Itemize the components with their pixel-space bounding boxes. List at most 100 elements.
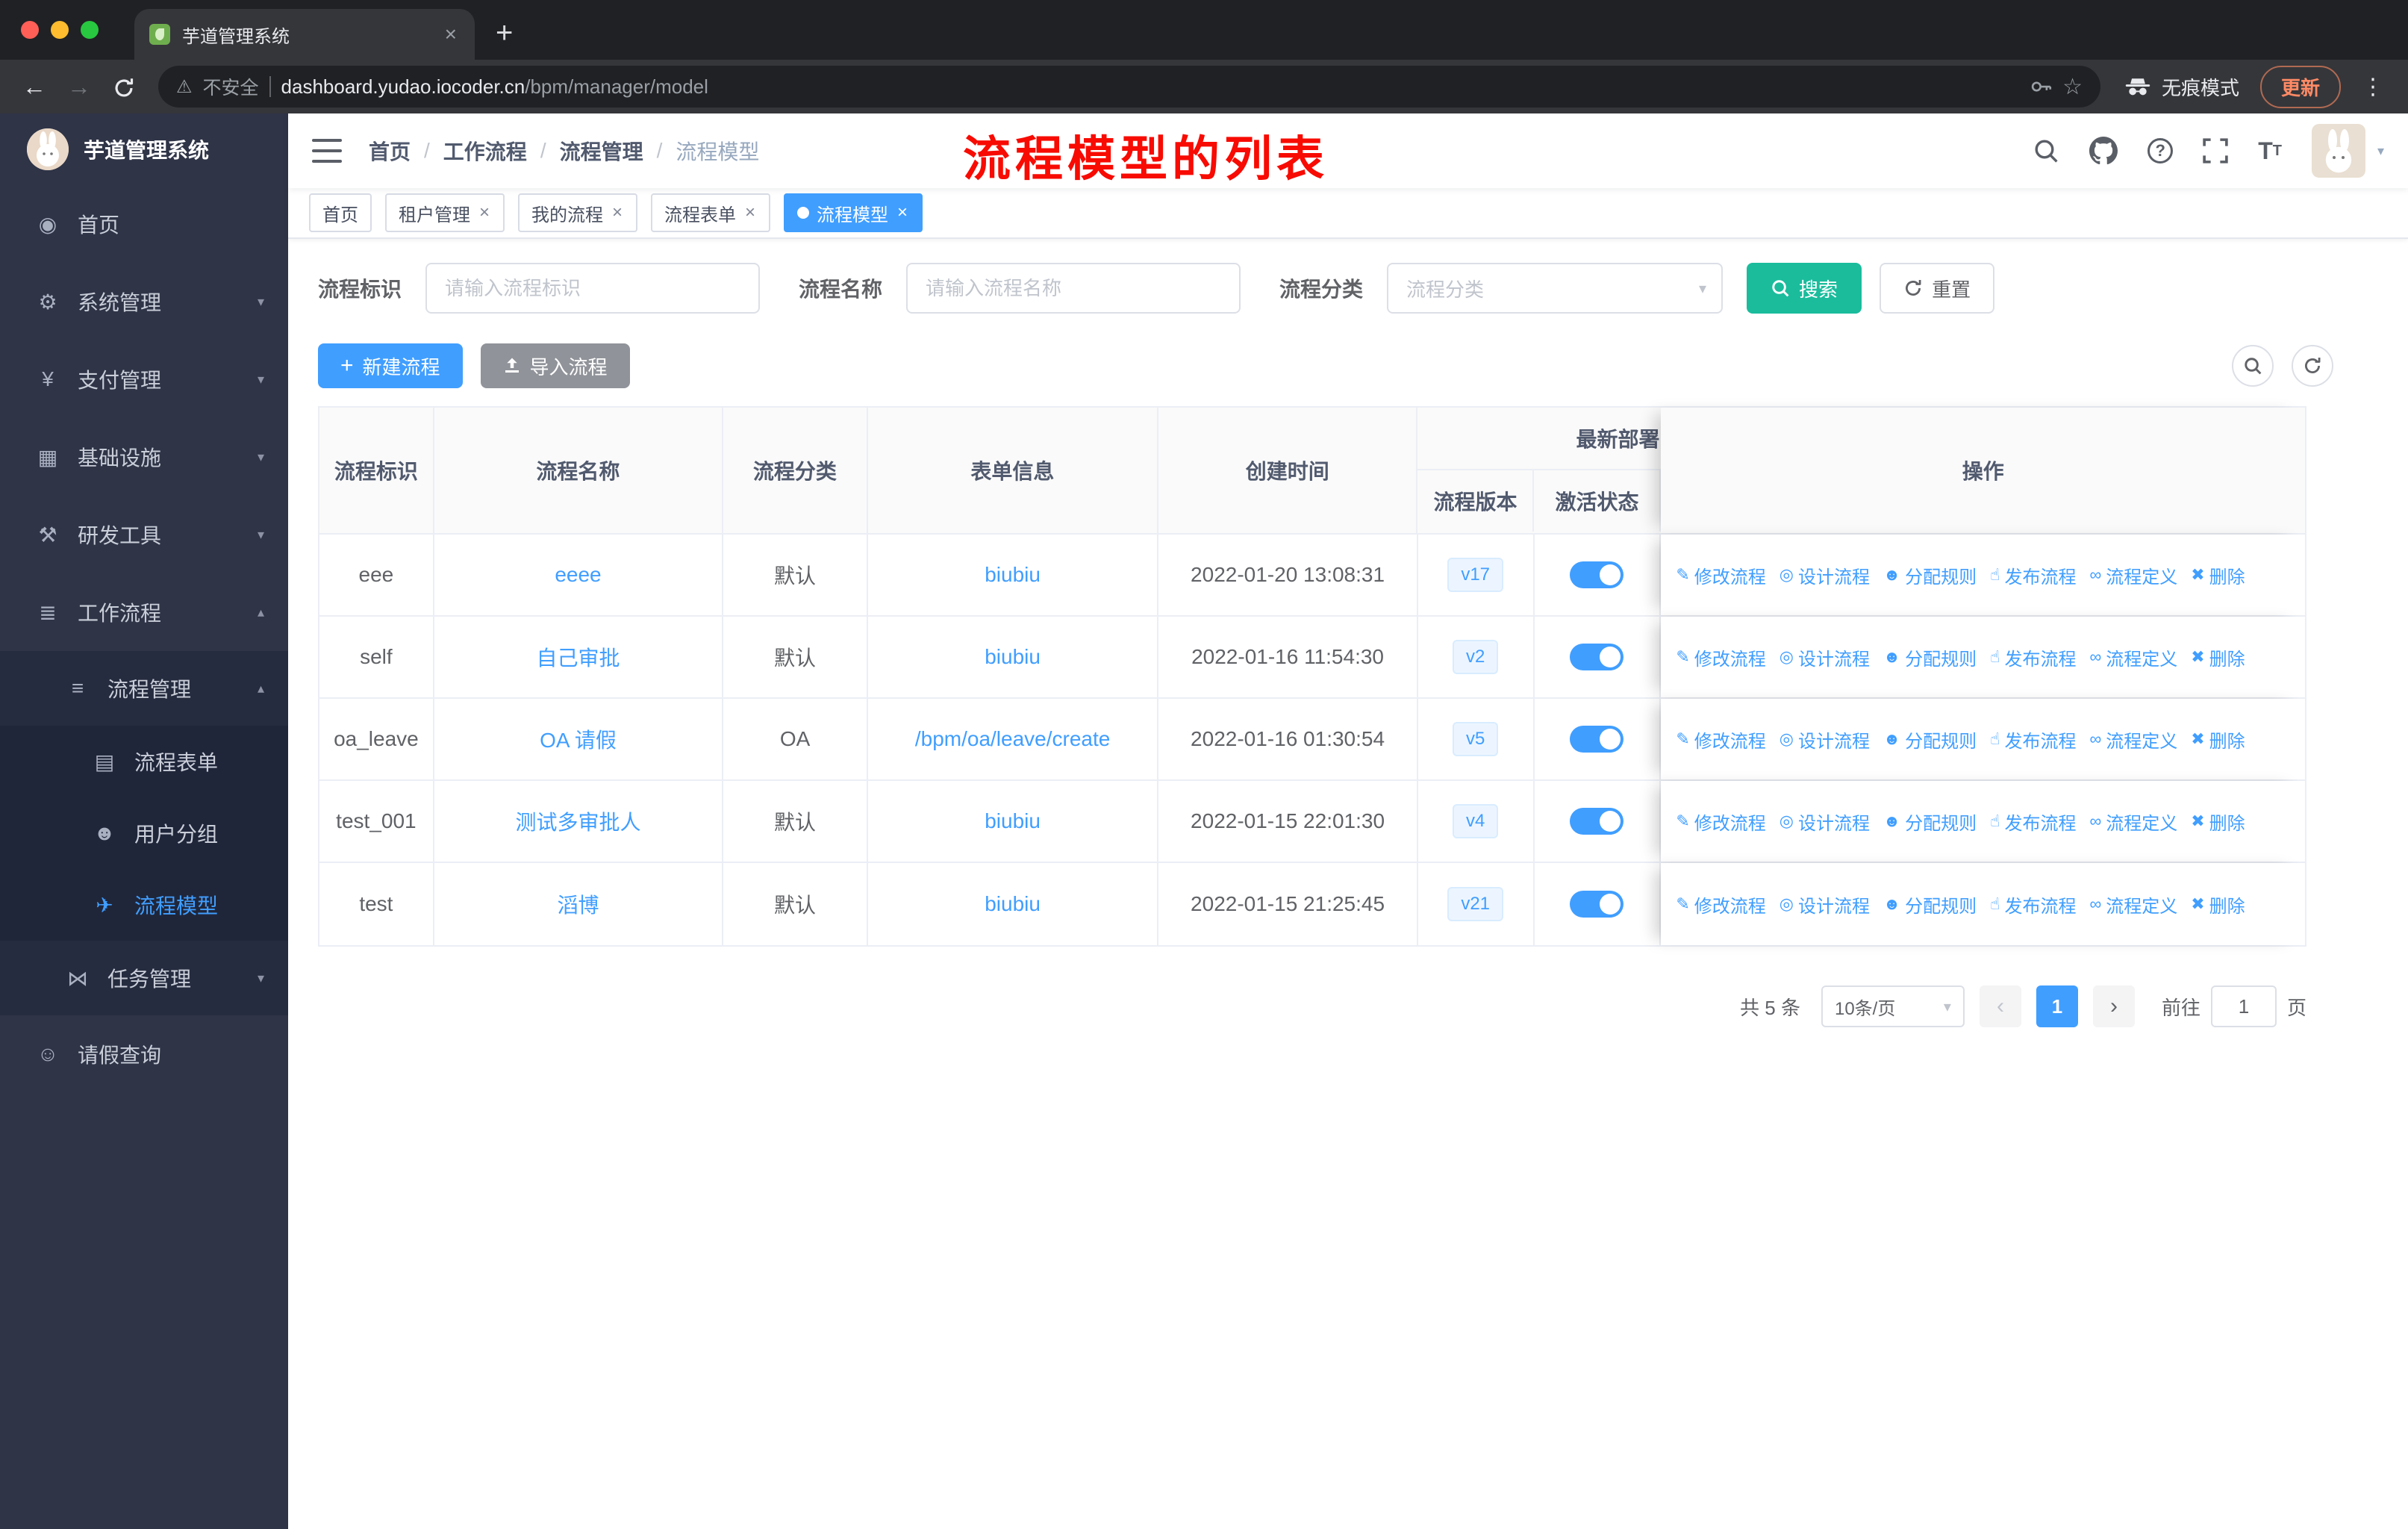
design-process-link[interactable]: ◎ 设计流程 bbox=[1780, 562, 1870, 588]
user-avatar[interactable] bbox=[2311, 124, 2365, 178]
form-info-link[interactable]: /bpm/oa/leave/create bbox=[915, 727, 1111, 751]
publish-process-link[interactable]: ☝ 发布流程 bbox=[1990, 891, 2076, 918]
collapse-sidebar-icon[interactable] bbox=[312, 139, 342, 163]
tag-process-model[interactable]: 流程模型 × bbox=[784, 193, 923, 232]
process-definition-link[interactable]: ∞ 流程定义 bbox=[2090, 562, 2178, 588]
publish-process-link[interactable]: ☝ 发布流程 bbox=[1990, 562, 2076, 588]
tag-my-process[interactable]: 我的流程 × bbox=[518, 193, 638, 232]
bookmark-star-icon[interactable]: ☆ bbox=[2062, 74, 2083, 100]
active-toggle[interactable] bbox=[1570, 561, 1624, 588]
sidebar-item-devtools[interactable]: ⚒ 研发工具 ▾ bbox=[0, 496, 288, 573]
refresh-table-button[interactable] bbox=[2292, 345, 2333, 387]
edit-process-link[interactable]: ✎ 修改流程 bbox=[1676, 644, 1765, 670]
reload-button[interactable] bbox=[105, 73, 143, 101]
process-definition-link[interactable]: ∞ 流程定义 bbox=[2090, 726, 2178, 753]
current-page-button[interactable]: 1 bbox=[2036, 985, 2078, 1027]
browser-menu-icon[interactable]: ⋮ bbox=[2362, 74, 2384, 100]
close-icon[interactable]: × bbox=[743, 204, 757, 222]
help-icon[interactable]: ? bbox=[2147, 138, 2174, 164]
close-icon[interactable]: × bbox=[611, 204, 624, 222]
reset-button[interactable]: 重置 bbox=[1880, 263, 1995, 314]
close-icon[interactable]: × bbox=[896, 204, 909, 222]
active-toggle[interactable] bbox=[1570, 726, 1624, 753]
browser-tab[interactable]: 芋道管理系统 × bbox=[134, 9, 475, 60]
tag-home[interactable]: 首页 bbox=[309, 193, 372, 232]
process-definition-link[interactable]: ∞ 流程定义 bbox=[2090, 891, 2178, 918]
process-definition-link[interactable]: ∞ 流程定义 bbox=[2090, 644, 2178, 670]
edit-process-link[interactable]: ✎ 修改流程 bbox=[1676, 726, 1765, 753]
process-name-link[interactable]: 测试多审批人 bbox=[515, 806, 640, 836]
app-logo[interactable]: 芋道管理系统 bbox=[0, 113, 288, 185]
form-info-link[interactable]: biubiu bbox=[985, 563, 1041, 587]
assign-rule-link[interactable]: ☻ 分配规则 bbox=[1883, 644, 1977, 670]
sidebar-item-process-model[interactable]: ✈ 流程模型 bbox=[0, 869, 288, 941]
version-tag[interactable]: v21 bbox=[1447, 887, 1504, 921]
version-tag[interactable]: v5 bbox=[1452, 722, 1499, 756]
github-icon[interactable] bbox=[2089, 137, 2118, 165]
breadcrumb-item[interactable]: 首页 bbox=[369, 136, 411, 166]
process-id-input[interactable] bbox=[425, 263, 761, 314]
font-size-icon[interactable]: TT bbox=[2258, 139, 2282, 163]
version-tag[interactable]: v17 bbox=[1447, 558, 1504, 592]
assign-rule-link[interactable]: ☻ 分配规则 bbox=[1883, 891, 1977, 918]
search-button[interactable]: 搜索 bbox=[1747, 263, 1862, 314]
search-icon[interactable] bbox=[2033, 137, 2059, 164]
delete-link[interactable]: ✖ 删除 bbox=[2191, 726, 2245, 753]
sidebar-item-user-group[interactable]: ☻ 用户分组 bbox=[0, 797, 288, 869]
sidebar-item-process-management[interactable]: ≡ 流程管理 ▴ bbox=[0, 651, 288, 726]
password-key-icon[interactable] bbox=[2030, 75, 2052, 98]
fullscreen-icon[interactable] bbox=[2203, 138, 2228, 164]
design-process-link[interactable]: ◎ 设计流程 bbox=[1780, 644, 1870, 670]
assign-rule-link[interactable]: ☻ 分配规则 bbox=[1883, 726, 1977, 753]
edit-process-link[interactable]: ✎ 修改流程 bbox=[1676, 562, 1765, 588]
maximize-window-button[interactable] bbox=[81, 21, 99, 39]
form-info-link[interactable]: biubiu bbox=[985, 892, 1041, 916]
security-label[interactable]: 不安全 bbox=[203, 73, 259, 100]
breadcrumb-item[interactable]: 工作流程 bbox=[443, 136, 527, 166]
delete-link[interactable]: ✖ 删除 bbox=[2191, 809, 2245, 835]
design-process-link[interactable]: ◎ 设计流程 bbox=[1780, 809, 1870, 835]
import-process-button[interactable]: 导入流程 bbox=[480, 343, 630, 388]
process-name-input[interactable] bbox=[906, 263, 1241, 314]
sidebar-item-task-management[interactable]: ⋈ 任务管理 ▾ bbox=[0, 941, 288, 1015]
active-toggle[interactable] bbox=[1570, 891, 1624, 918]
sidebar-item-system[interactable]: ⚙ 系统管理 ▾ bbox=[0, 263, 288, 340]
page-size-select[interactable]: 10条/页 ▾ bbox=[1821, 985, 1965, 1027]
sidebar-item-process-form[interactable]: ▤ 流程表单 bbox=[0, 726, 288, 797]
version-tag[interactable]: v2 bbox=[1452, 640, 1499, 674]
form-info-link[interactable]: biubiu bbox=[985, 809, 1041, 833]
process-name-link[interactable]: eeee bbox=[555, 563, 601, 587]
sidebar-item-workflow[interactable]: ≣ 工作流程 ▴ bbox=[0, 573, 288, 651]
sidebar-item-payment[interactable]: ¥ 支付管理 ▾ bbox=[0, 340, 288, 418]
process-definition-link[interactable]: ∞ 流程定义 bbox=[2090, 809, 2178, 835]
close-icon[interactable]: × bbox=[478, 204, 491, 222]
breadcrumb-item[interactable]: 流程管理 bbox=[560, 136, 643, 166]
address-bar[interactable]: ⚠ 不安全 dashboard.yudao.iocoder.cn/bpm/man… bbox=[158, 66, 2100, 108]
close-window-button[interactable] bbox=[21, 21, 39, 39]
process-name-link[interactable]: OA 请假 bbox=[540, 724, 617, 754]
form-info-link[interactable]: biubiu bbox=[985, 645, 1041, 669]
new-tab-button[interactable]: + bbox=[496, 18, 513, 48]
tab-close-icon[interactable]: × bbox=[442, 22, 460, 46]
delete-link[interactable]: ✖ 删除 bbox=[2191, 891, 2245, 918]
browser-update-button[interactable]: 更新 bbox=[2259, 65, 2341, 108]
goto-page-input[interactable] bbox=[2210, 985, 2277, 1027]
publish-process-link[interactable]: ☝ 发布流程 bbox=[1990, 726, 2076, 753]
delete-link[interactable]: ✖ 删除 bbox=[2191, 562, 2245, 588]
process-name-link[interactable]: 滔博 bbox=[557, 889, 599, 919]
sidebar-item-infrastructure[interactable]: ▦ 基础设施 ▾ bbox=[0, 418, 288, 496]
assign-rule-link[interactable]: ☻ 分配规则 bbox=[1883, 809, 1977, 835]
prev-page-button[interactable]: ‹ bbox=[1979, 985, 2021, 1027]
sidebar-item-leave-query[interactable]: ☺ 请假查询 bbox=[0, 1015, 288, 1093]
sidebar-item-home[interactable]: ◉ 首页 bbox=[0, 185, 288, 263]
design-process-link[interactable]: ◎ 设计流程 bbox=[1780, 891, 1870, 918]
next-page-button[interactable]: › bbox=[2092, 985, 2135, 1027]
show-search-button[interactable] bbox=[2232, 345, 2274, 387]
delete-link[interactable]: ✖ 删除 bbox=[2191, 644, 2245, 670]
create-process-button[interactable]: + 新建流程 bbox=[318, 343, 463, 388]
back-button[interactable]: ← bbox=[15, 73, 54, 101]
publish-process-link[interactable]: ☝ 发布流程 bbox=[1990, 809, 2076, 835]
tag-process-form[interactable]: 流程表单 × bbox=[651, 193, 771, 232]
active-toggle[interactable] bbox=[1570, 808, 1624, 835]
process-category-select[interactable]: 流程分类 ▾ bbox=[1387, 263, 1724, 314]
